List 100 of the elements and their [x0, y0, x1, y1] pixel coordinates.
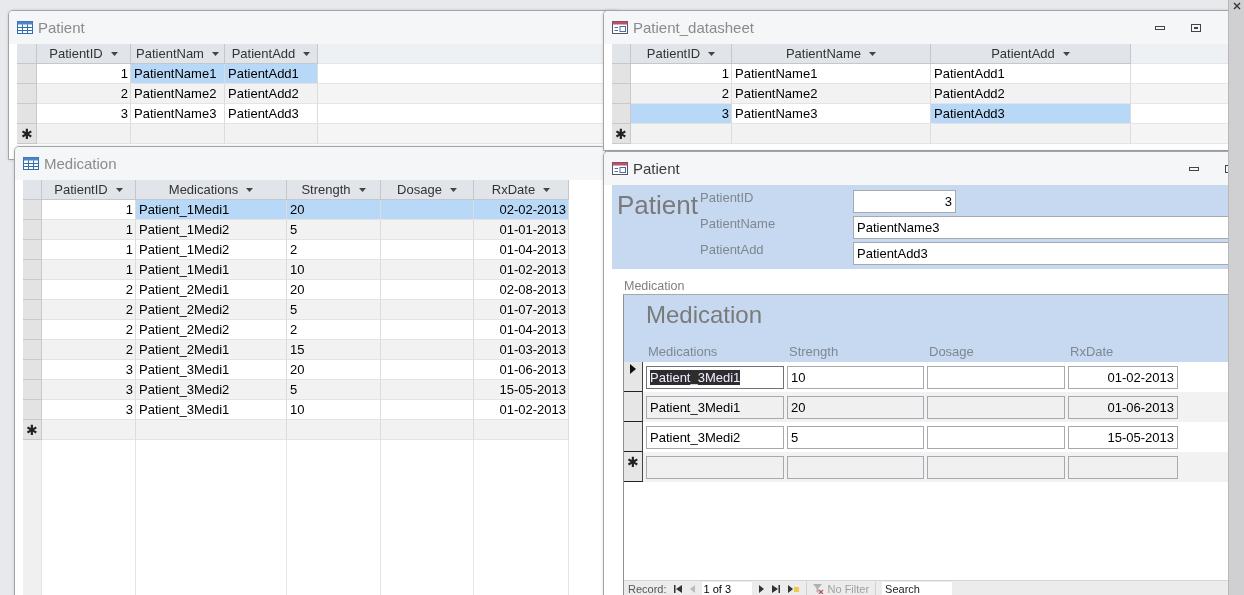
input-field[interactable]: 3 [853, 189, 956, 213]
new-row-selector[interactable]: ✱ [612, 124, 631, 144]
input-field[interactable]: 5 [787, 426, 924, 449]
last-record-button[interactable] [770, 582, 781, 595]
row-selector[interactable] [23, 280, 42, 300]
input-field[interactable]: 01-02-2013 [1068, 366, 1178, 389]
column-header[interactable]: PatientID [37, 44, 131, 64]
input-field[interactable] [787, 456, 924, 479]
caret-icon [543, 187, 551, 192]
funnel-icon [812, 584, 824, 594]
table-cell: 2 [42, 300, 136, 320]
new-row-selector[interactable]: ✱ [17, 124, 37, 144]
previous-record-button[interactable] [688, 582, 696, 595]
table-cell: 01-07-2013 [474, 300, 569, 320]
table-cell: 1 [42, 220, 136, 240]
table-cell: 1 [42, 260, 136, 280]
next-record-icon [758, 585, 764, 593]
table-cell: 01-02-2013 [474, 400, 569, 420]
select-all-corner[interactable] [612, 44, 631, 64]
table-cell: 1 [37, 64, 131, 84]
input-field[interactable]: 20 [787, 396, 924, 419]
select-all-corner[interactable] [23, 180, 42, 200]
new-row-selector[interactable]: ✱ [23, 420, 42, 440]
column-label: RxDate [1069, 344, 1115, 359]
new-record-button[interactable] [786, 582, 800, 595]
table-cell: 1 [42, 200, 136, 220]
input-field[interactable] [1068, 456, 1178, 479]
table-cell: 01-04-2013 [474, 240, 569, 260]
row-selector[interactable] [23, 300, 42, 320]
first-record-button[interactable] [672, 582, 683, 595]
column-header[interactable]: Dosage [381, 180, 474, 200]
record-label: Record: [628, 583, 667, 595]
row-selector[interactable] [612, 104, 631, 124]
table-cell: 3 [42, 360, 136, 380]
column-header[interactable]: PatientID [631, 44, 732, 64]
input-field[interactable]: 10 [787, 366, 924, 389]
table-icon [23, 157, 39, 170]
input-field[interactable]: 15-05-2013 [1068, 426, 1178, 449]
table-cell: 20 [287, 280, 381, 300]
next-record-button[interactable] [757, 582, 765, 595]
table-cell: Patient_2Medi2 [136, 300, 287, 320]
row-selector[interactable] [23, 360, 42, 380]
table-cell: 20 [287, 360, 381, 380]
row-selector[interactable] [17, 64, 37, 84]
input-field[interactable] [927, 426, 1065, 449]
input-field[interactable] [927, 366, 1065, 389]
table-cell: 3 [37, 104, 131, 124]
select-all-corner[interactable] [17, 44, 37, 64]
form-icon [612, 21, 628, 34]
row-selector[interactable] [17, 84, 37, 104]
row-selector[interactable] [612, 84, 631, 104]
search-field[interactable]: Search [882, 581, 953, 595]
row-selector[interactable] [612, 64, 631, 84]
input-field[interactable]: PatientAdd3 [853, 241, 1228, 265]
input-field[interactable]: Patient_3Medi1 [646, 366, 784, 389]
subform-heading: Medication [646, 301, 764, 329]
record-selector[interactable] [624, 362, 643, 392]
record-selector[interactable] [624, 392, 643, 422]
column-header[interactable]: RxDate [474, 180, 569, 200]
column-header[interactable]: PatientID [42, 180, 136, 200]
table-cell: 02-08-2013 [474, 280, 569, 300]
input-field[interactable]: Patient_3Medi1 [646, 396, 784, 419]
column-header[interactable]: PatientName [732, 44, 931, 64]
record-selector[interactable] [624, 422, 643, 452]
row-selector[interactable] [23, 200, 42, 220]
row-selector[interactable] [23, 240, 42, 260]
row-selector[interactable] [23, 220, 42, 240]
row-selector[interactable] [23, 340, 42, 360]
new-record-selector[interactable]: ✱ [624, 452, 643, 482]
row-selector[interactable] [17, 104, 37, 124]
field-label: PatientID [700, 189, 755, 205]
table-cell: Patient_1Medi2 [136, 240, 287, 260]
table-cell: 01-06-2013 [474, 360, 569, 380]
table-cell: 01-03-2013 [474, 340, 569, 360]
input-field[interactable]: 01-06-2013 [1068, 396, 1178, 419]
input-field[interactable] [927, 396, 1065, 419]
record-position-field[interactable]: 1 of 3 [701, 581, 752, 595]
close-icon[interactable] [1232, 2, 1241, 10]
table-icon [17, 21, 33, 34]
column-header[interactable]: PatientAdd [225, 44, 318, 64]
input-field[interactable] [927, 456, 1065, 479]
row-selector[interactable] [23, 260, 42, 280]
row-selector[interactable] [23, 400, 42, 420]
input-field[interactable]: PatientName3 [853, 215, 1228, 239]
row-selector[interactable] [23, 320, 42, 340]
table-cell: 01-04-2013 [474, 320, 569, 340]
caret-icon [211, 51, 219, 56]
table-cell: 2 [37, 84, 131, 104]
column-header[interactable]: PatientAdd [931, 44, 1131, 64]
input-field[interactable]: Patient_3Medi2 [646, 426, 784, 449]
table-cell: 10 [287, 260, 381, 280]
table-cell: 02-02-2013 [474, 200, 569, 220]
table-cell: 2 [287, 320, 381, 340]
table-cell: Patient_1Medi1 [136, 200, 287, 220]
column-header[interactable]: PatientNam [131, 44, 225, 64]
input-field[interactable] [646, 456, 784, 479]
table-cell: PatientAdd3 [225, 104, 318, 124]
column-header[interactable]: Strength [287, 180, 381, 200]
row-selector[interactable] [23, 380, 42, 400]
column-header[interactable]: Medications [136, 180, 287, 200]
